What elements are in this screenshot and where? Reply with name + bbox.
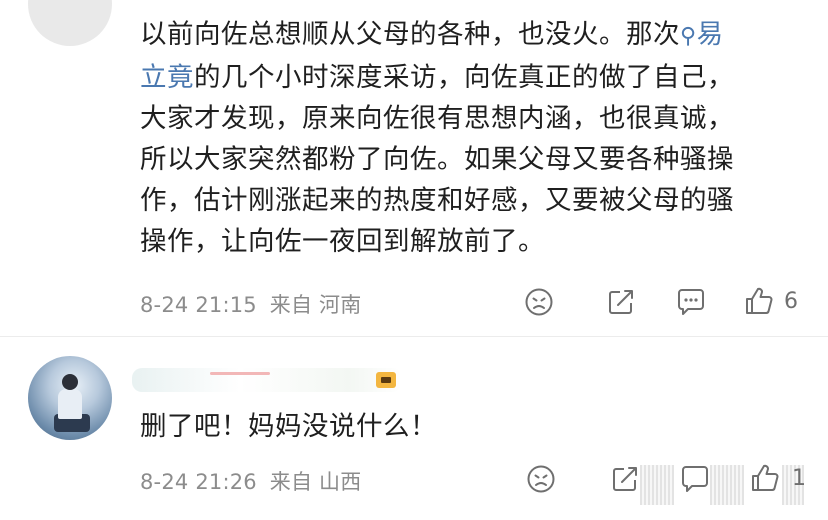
comment-line: 操作，让向佐一夜回到解放前了。	[140, 226, 545, 257]
thumbs-up-icon	[746, 287, 773, 314]
share-arrow-icon	[613, 467, 637, 491]
reaction-button[interactable]	[524, 462, 558, 496]
comment-line: 的几个小时深度采访，向佐真正的做了自己，	[194, 62, 734, 93]
face-emoji-icon	[527, 465, 555, 493]
like-count: 6	[784, 289, 798, 314]
reply-body: 删了吧！妈妈没说什么！	[140, 411, 437, 442]
like-button[interactable]	[748, 461, 782, 495]
share-button[interactable]	[604, 285, 638, 319]
comment-meta: 8-24 21:26 来自 山西	[140, 466, 361, 496]
comment-bubble-icon	[678, 289, 704, 315]
mention-link[interactable]: 易	[697, 19, 724, 50]
location: 山西	[319, 470, 362, 494]
masked-username	[210, 372, 270, 375]
comment-meta: 8-24 21:15 来自 河南	[140, 289, 361, 319]
badge-icon	[376, 372, 396, 388]
share-button[interactable]	[608, 462, 642, 496]
timestamp: 8-24 21:26	[140, 470, 257, 494]
reaction-button[interactable]	[522, 285, 556, 319]
comment-button[interactable]	[678, 462, 712, 496]
obscured-area	[640, 465, 674, 505]
search-icon: ⚲	[680, 24, 697, 49]
avatar[interactable]	[28, 0, 112, 46]
comment-line: 以前向佐总想顺从父母的各种，也没火。那次	[140, 19, 680, 50]
mention-link[interactable]: 立竟	[140, 62, 194, 93]
like-button[interactable]	[742, 284, 776, 318]
divider	[0, 336, 828, 337]
comment-body: 以前向佐总想顺从父母的各种，也没火。那次⚲易 立竟的几个小时深度采访，向佐真正的…	[140, 14, 812, 262]
obscured-area	[710, 465, 744, 505]
location-prefix: 来自	[269, 470, 313, 494]
comment-button[interactable]	[674, 285, 708, 319]
avatar-figure	[62, 374, 78, 390]
comment-line: 大家才发现，原来向佐很有思想内涵，也很真诚，	[140, 103, 734, 134]
timestamp: 8-24 21:15	[140, 293, 257, 317]
avatar-figure	[58, 389, 82, 419]
location-prefix: 来自	[269, 293, 313, 317]
face-emoji-icon	[525, 288, 553, 316]
thumbs-up-icon	[752, 464, 779, 491]
avatar[interactable]	[28, 356, 112, 440]
like-count: 1	[792, 466, 806, 491]
comment-line: 作，估计刚涨起来的热度和好感，又要被父母的骚	[140, 185, 734, 216]
comment-line: 所以大家突然都粉了向佐。如果父母又要各种骚操	[140, 144, 734, 175]
location: 河南	[319, 293, 362, 317]
comment-bubble-icon	[682, 466, 708, 492]
share-arrow-icon	[609, 290, 633, 314]
